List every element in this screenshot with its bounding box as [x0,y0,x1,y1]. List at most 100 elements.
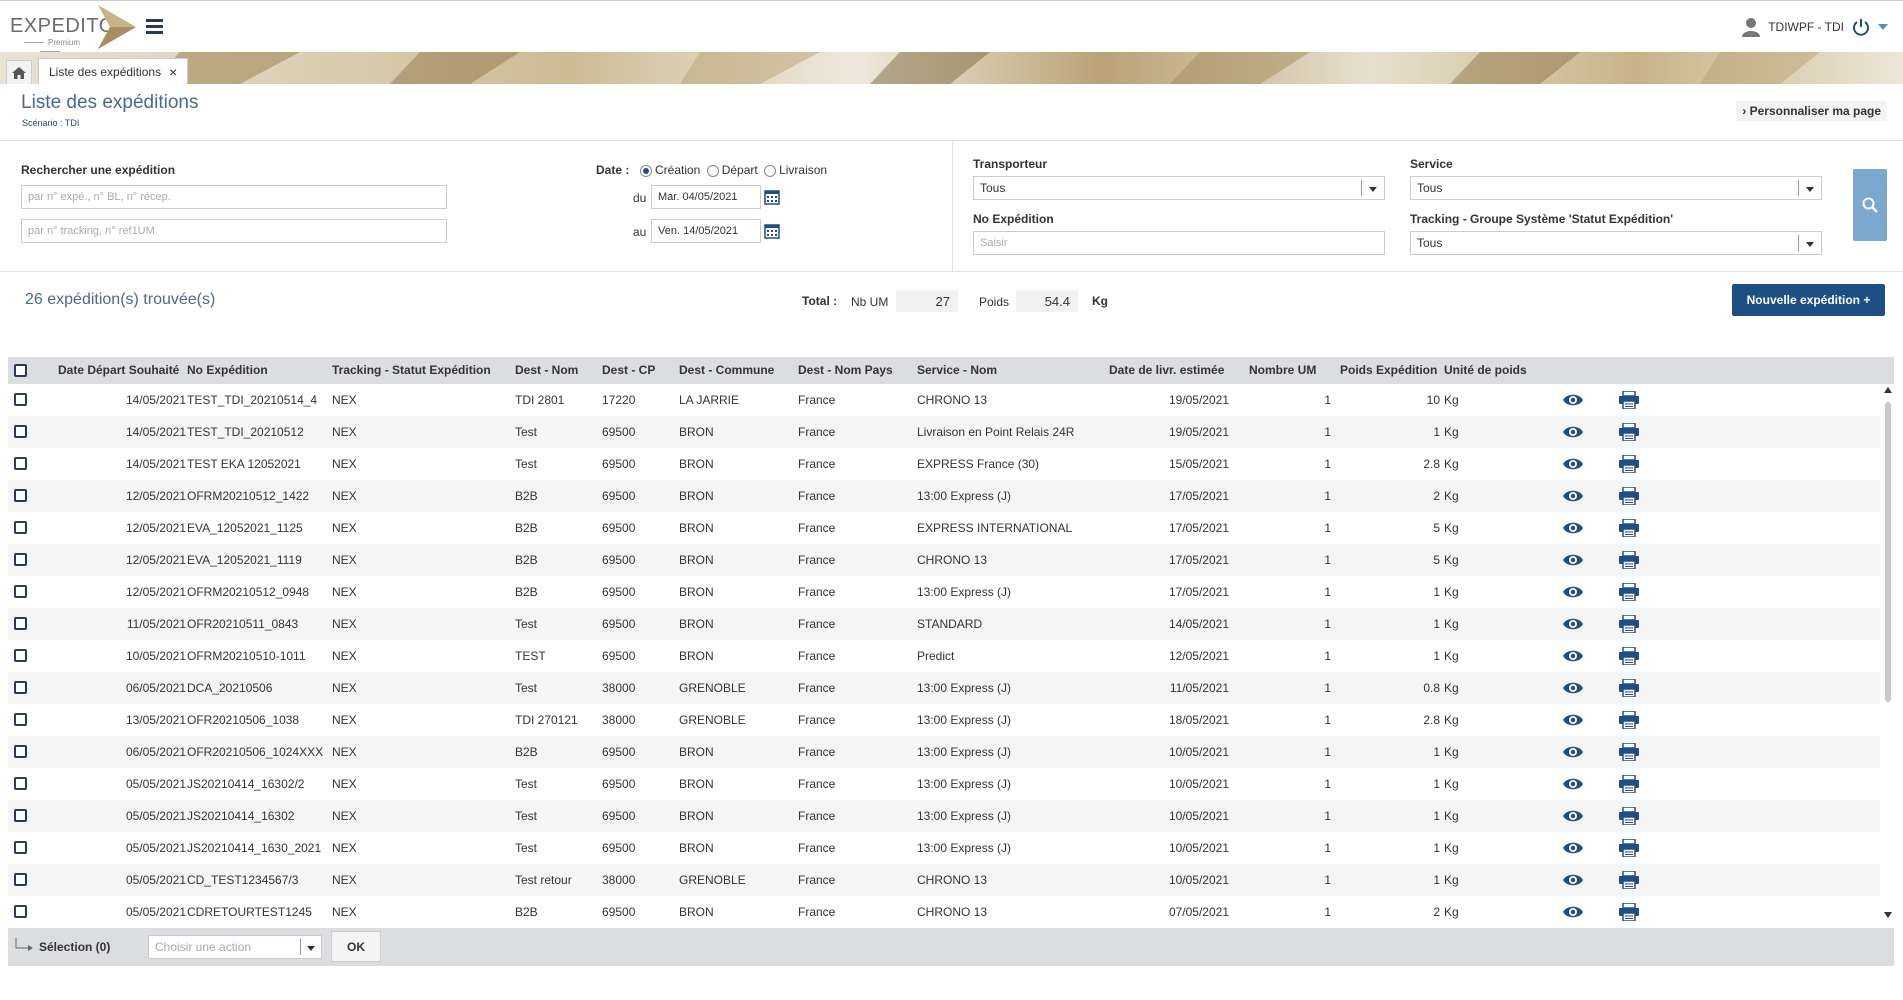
column-header[interactable]: Tracking - Statut Expédition [332,357,491,384]
view-eye-icon[interactable] [1562,455,1584,473]
view-eye-icon[interactable] [1562,679,1584,697]
scroll-down-icon[interactable] [1884,912,1892,918]
column-header[interactable]: Date Départ Souhaité [58,357,179,384]
row-checkbox[interactable] [14,553,27,566]
row-checkbox[interactable] [14,713,27,726]
table-row[interactable]: 14/05/2021 TEST EKA 12052021 NEX Test 69500 B… [8,448,1880,480]
row-checkbox[interactable] [14,681,27,694]
table-row[interactable]: 06/05/2021 OFR20210506_1024XXX NEX B2B 69500… [8,736,1880,768]
table-row[interactable]: 05/05/2021 CDRETOURTEST1245 NEX B2B 69500 BRO… [8,896,1880,922]
print-icon[interactable] [1618,711,1640,729]
table-row[interactable]: 14/05/2021 TEST_TDI_20210512 NEX Test 69500 B… [8,416,1880,448]
column-header[interactable]: Dest - Commune [679,357,774,384]
column-header[interactable]: Date de livr. estimée [1109,357,1224,384]
print-icon[interactable] [1618,551,1640,569]
view-eye-icon[interactable] [1562,615,1584,633]
expedito-logo[interactable]: EXPEDITO Premium [8,5,136,49]
column-header[interactable]: Dest - CP [602,357,655,384]
scroll-thumb[interactable] [1885,402,1891,702]
search-button[interactable] [1853,169,1887,241]
table-row[interactable]: 05/05/2021 JS20210414_1630_2021 NEX Test 695… [8,832,1880,864]
row-checkbox[interactable] [14,585,27,598]
print-icon[interactable] [1618,903,1640,921]
view-eye-icon[interactable] [1562,647,1584,665]
row-checkbox[interactable] [14,873,27,886]
table-row[interactable]: 06/05/2021 DCA_20210506 NEX Test 38000 GRENOB… [8,672,1880,704]
table-scrollbar[interactable] [1882,384,1894,922]
view-eye-icon[interactable] [1562,583,1584,601]
column-header[interactable]: Dest - Nom Pays [798,357,893,384]
column-header[interactable]: Poids Expédition [1340,357,1437,384]
radio-livraison[interactable] [764,164,777,177]
table-row[interactable]: 13/05/2021 OFR20210506_1038 NEX TDI 270121 3… [8,704,1880,736]
table-row[interactable]: 14/05/2021 TEST_TDI_20210514_4 NEX TDI 2801… [8,384,1880,416]
view-eye-icon[interactable] [1562,775,1584,793]
table-row[interactable]: 12/05/2021 EVA_12052021_1125 NEX B2B 69500 BR… [8,512,1880,544]
user-menu-caret-icon[interactable] [1878,22,1888,32]
view-eye-icon[interactable] [1562,743,1584,761]
view-eye-icon[interactable] [1562,711,1584,729]
print-icon[interactable] [1618,615,1640,633]
column-header[interactable]: Service - Nom [917,357,997,384]
print-icon[interactable] [1618,679,1640,697]
menu-hamburger-icon[interactable] [146,19,163,34]
column-header[interactable]: Dest - Nom [515,357,578,384]
print-icon[interactable] [1618,423,1640,441]
view-eye-icon[interactable] [1562,903,1584,921]
customize-page-button[interactable]: › Personnaliser ma page [1736,101,1887,121]
table-row[interactable]: 05/05/2021 CD_TEST1234567/3 NEX Test retour… [8,864,1880,896]
transporteur-select[interactable]: Tous [973,176,1385,200]
view-eye-icon[interactable] [1562,871,1584,889]
print-icon[interactable] [1618,775,1640,793]
action-select[interactable]: Choisir une action [148,935,322,959]
print-icon[interactable] [1618,647,1640,665]
table-row[interactable]: 10/05/2021 OFRM20210510-1011 NEX TEST 69500 B… [8,640,1880,672]
row-checkbox[interactable] [14,425,27,438]
calendar-icon[interactable] [764,189,780,205]
print-icon[interactable] [1618,743,1640,761]
row-checkbox[interactable] [14,489,27,502]
service-select[interactable]: Tous [1410,176,1822,200]
no-expedition-input[interactable]: Saisir [973,231,1385,255]
print-icon[interactable] [1618,487,1640,505]
row-checkbox[interactable] [14,809,27,822]
row-checkbox[interactable] [14,841,27,854]
ok-button[interactable]: OK [331,931,381,962]
row-checkbox[interactable] [14,649,27,662]
view-eye-icon[interactable] [1562,839,1584,857]
view-eye-icon[interactable] [1562,551,1584,569]
power-icon[interactable] [1852,18,1870,36]
tracking-group-select[interactable]: Tous [1410,231,1822,255]
row-checkbox[interactable] [14,457,27,470]
table-row[interactable]: 05/05/2021 JS20210414_16302 NEX Test 69500 BR… [8,800,1880,832]
close-icon[interactable]: × [169,64,177,80]
view-eye-icon[interactable] [1562,391,1584,409]
table-row[interactable]: 12/05/2021 OFRM20210512_0948 NEX B2B 69500 BR… [8,576,1880,608]
select-all-checkbox[interactable] [14,364,27,377]
row-checkbox[interactable] [14,777,27,790]
calendar-icon[interactable] [764,223,780,239]
date-to-field[interactable]: Ven. 14/05/2021 [651,219,761,243]
table-row[interactable]: 12/05/2021 OFRM20210512_1422 NEX B2B 69500 BR… [8,480,1880,512]
table-row[interactable]: 11/05/2021 OFR20210511_0843 NEX Test 69500 BR… [8,608,1880,640]
radio-depart[interactable] [706,164,719,177]
view-eye-icon[interactable] [1562,807,1584,825]
tab-liste-expeditions[interactable]: Liste des expéditions × [38,58,189,84]
table-row[interactable]: 05/05/2021 JS20210414_16302/2 NEX Test 69500… [8,768,1880,800]
home-tab[interactable] [6,60,32,84]
print-icon[interactable] [1618,807,1640,825]
column-header[interactable]: No Expédition [187,357,268,384]
view-eye-icon[interactable] [1562,423,1584,441]
print-icon[interactable] [1618,839,1640,857]
table-row[interactable]: 12/05/2021 EVA_12052021_1119 NEX B2B 69500 BR… [8,544,1880,576]
date-from-field[interactable]: Mar. 04/05/2021 [651,185,761,209]
tracking-search-input[interactable]: par n° tracking, n° ref1UM [21,219,447,243]
column-header[interactable]: Nombre UM [1249,357,1316,384]
row-checkbox[interactable] [14,617,27,630]
scroll-up-icon[interactable] [1884,387,1892,393]
print-icon[interactable] [1618,455,1640,473]
row-checkbox[interactable] [14,393,27,406]
view-eye-icon[interactable] [1562,519,1584,537]
column-header[interactable]: Unité de poids [1444,357,1527,384]
radio-creation[interactable] [640,164,652,177]
